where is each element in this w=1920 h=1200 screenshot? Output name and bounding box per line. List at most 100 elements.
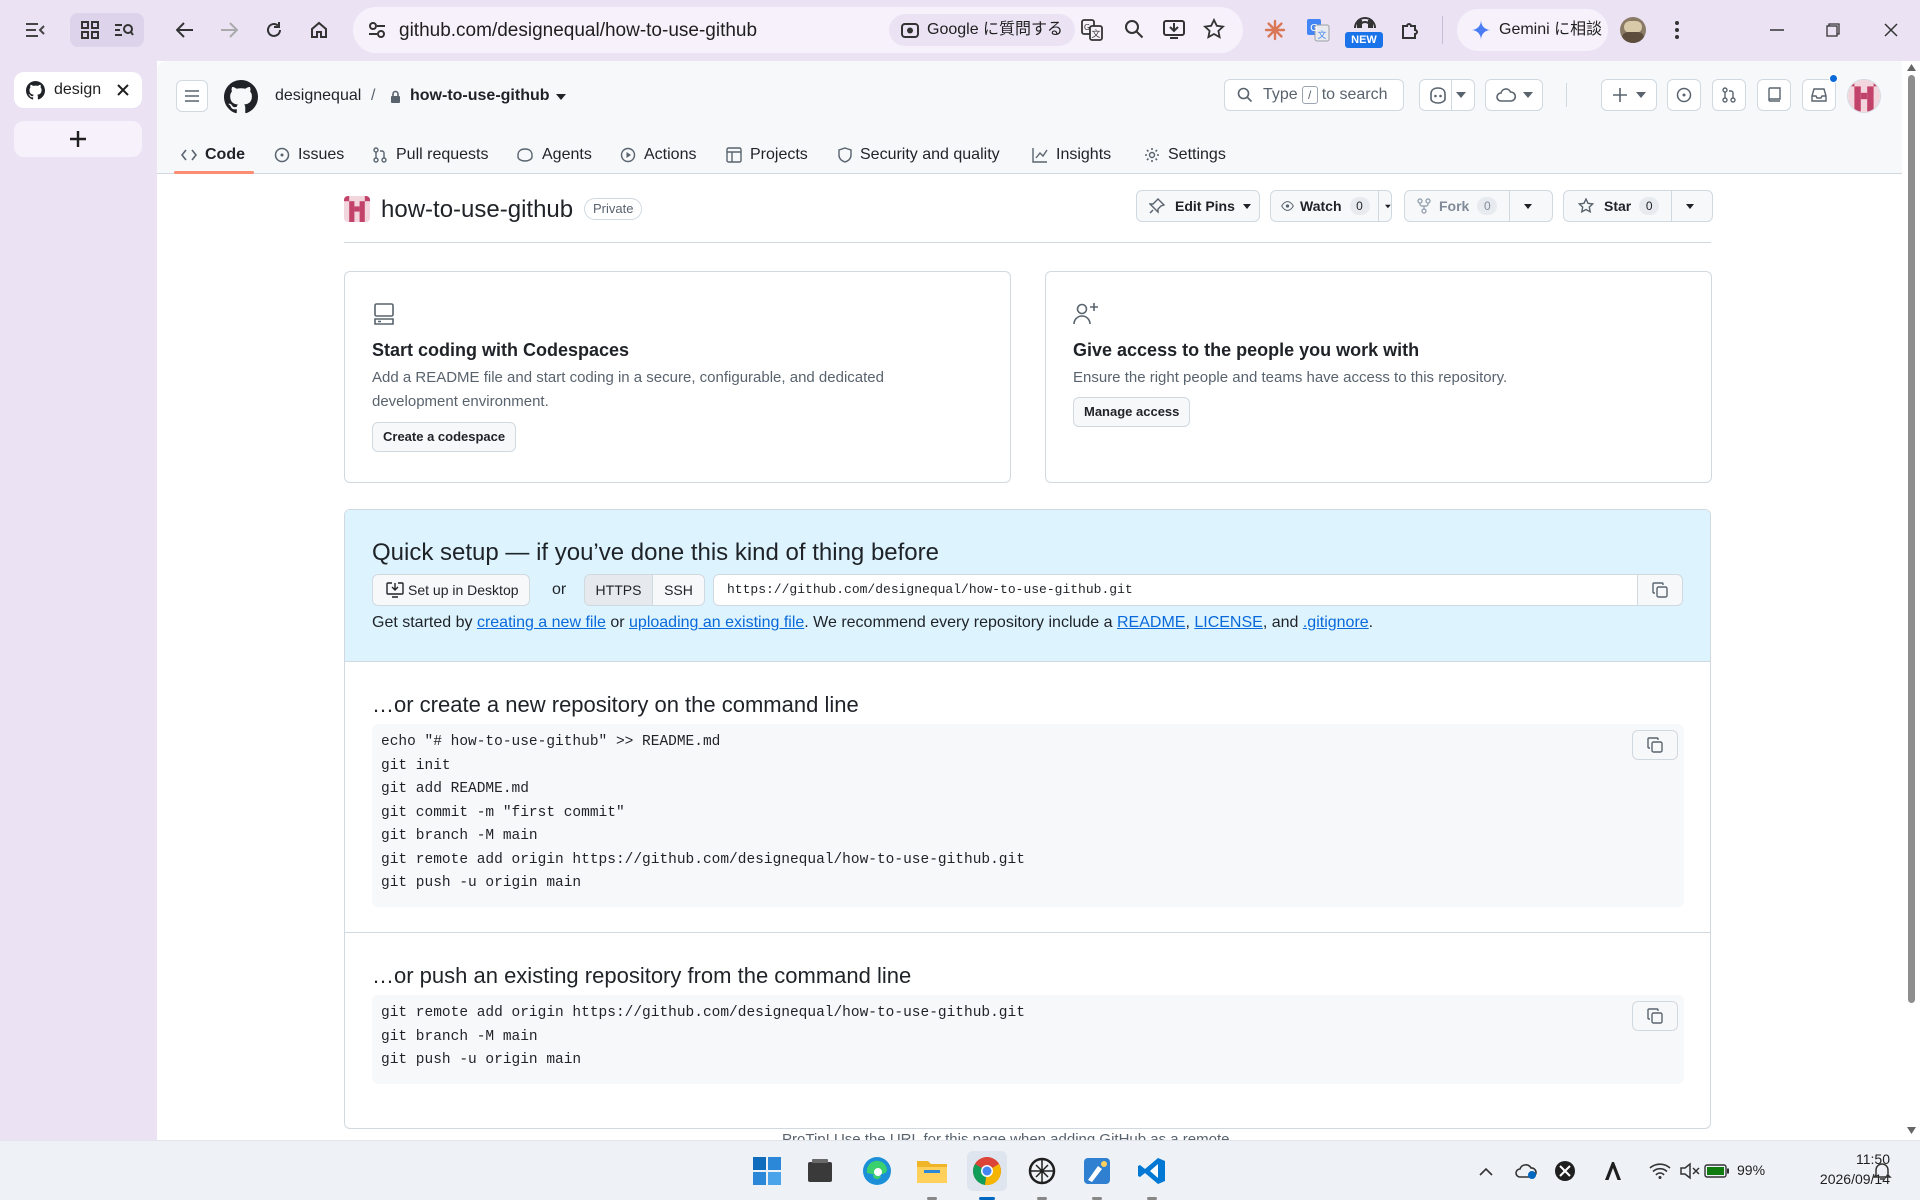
scroll-down-icon[interactable] [1907,1127,1916,1134]
ssh-toggle[interactable]: SSH [652,574,705,606]
readme-link[interactable]: README [1117,614,1185,631]
tab-issues[interactable]: Issues [274,135,344,175]
vertical-tab-strip: design [0,61,157,1140]
pull-requests-header-button[interactable] [1712,79,1746,111]
codespaces-dropdown[interactable] [1485,79,1543,111]
home-icon[interactable] [302,13,336,47]
back-icon[interactable] [168,13,202,47]
translate-icon[interactable]: 文G [1081,19,1103,41]
url-text[interactable]: github.com/designequal/how-to-use-github [399,20,757,42]
license-link[interactable]: LICENSE [1194,614,1262,631]
menu-button[interactable] [176,80,208,112]
copy-create-commands-button[interactable] [1632,730,1678,760]
close-tab-icon[interactable] [117,84,129,96]
vscode-icon[interactable] [1132,1151,1172,1200]
clone-url-input[interactable]: https://github.com/designequal/how-to-us… [713,574,1638,606]
tab-security[interactable]: Security and quality [838,135,1000,175]
repositories-header-button[interactable] [1757,79,1791,111]
sidebar-collapse-icon[interactable] [18,13,52,47]
star-icon [1578,198,1594,214]
copy-push-commands-button[interactable] [1632,1001,1678,1031]
quick-setup-title: Quick setup — if you’ve done this kind o… [372,539,939,566]
create-codespace-button[interactable]: Create a codespace [372,422,517,452]
github-logo-icon[interactable] [224,80,258,114]
anthropic-icon[interactable] [1593,1151,1633,1191]
notifications-button[interactable] [1802,74,1838,111]
gitignore-link[interactable]: .gitignore [1303,614,1369,631]
tab-agents[interactable]: Agents [516,135,592,175]
close-window-icon[interactable] [1874,13,1908,47]
repo-link[interactable]: how-to-use-github [410,87,550,105]
install-app-icon[interactable] [1163,19,1185,39]
copilot-button[interactable] [1419,79,1475,111]
tab-code[interactable]: Code [181,135,245,175]
watch-count: 0 [1349,197,1370,215]
setup-in-desktop-button[interactable]: Set up in Desktop [372,574,530,606]
address-bar[interactable]: github.com/designequal/how-to-use-github… [353,7,1243,53]
owner-link[interactable]: designequal [275,87,361,105]
code-line: git push -u origin main [381,875,582,891]
user-avatar[interactable] [1847,79,1881,113]
onedrive-icon[interactable] [1506,1151,1546,1191]
scroll-up-icon[interactable] [1907,64,1916,71]
show-hidden-icons[interactable] [1466,1151,1506,1191]
repo-title[interactable]: how-to-use-github [381,196,573,224]
tab-settings[interactable]: Settings [1144,135,1226,175]
zoom-icon[interactable] [1124,19,1144,39]
tab-grid-icon[interactable] [73,13,107,47]
create-new-button[interactable] [1601,79,1657,111]
play-icon [620,147,636,163]
https-toggle[interactable]: HTTPS [584,574,653,606]
new-tab-button[interactable] [14,121,142,157]
reload-icon[interactable] [257,13,291,47]
shield-icon [838,147,852,163]
task-view-icon[interactable] [800,1151,840,1191]
site-info-icon[interactable] [367,20,387,40]
watch-caret-icon[interactable] [1385,204,1391,209]
paint-icon[interactable] [1077,1151,1117,1200]
restore-icon[interactable] [1816,13,1850,47]
profile-avatar[interactable] [1620,17,1646,43]
copy-url-button[interactable] [1637,574,1683,606]
chatgpt-icon[interactable] [1022,1151,1062,1200]
tab-actions[interactable]: Actions [620,135,696,175]
codespaces-icon [374,303,394,325]
tab-search-icon[interactable] [107,13,141,47]
repo-switcher-caret-icon[interactable] [556,94,566,100]
claude-extension-icon[interactable] [1258,13,1292,47]
tab-insights[interactable]: Insights [1032,135,1111,175]
tab-projects[interactable]: Projects [726,135,808,175]
notification-center-icon[interactable] [1862,1151,1902,1191]
watch-button[interactable]: Watch 0 [1270,190,1392,222]
minimize-icon[interactable] [1760,13,1794,47]
chrome-menu-icon[interactable] [1660,13,1694,47]
google-lens-button[interactable]: Google に質問する [889,14,1076,46]
create-new-file-link[interactable]: creating a new file [477,614,606,631]
file-explorer-icon[interactable] [912,1151,952,1200]
extensions-puzzle-icon[interactable] [1394,13,1428,47]
page-scrollbar[interactable] [1902,61,1920,1140]
issues-header-button[interactable] [1667,79,1701,111]
manage-access-button[interactable]: Manage access [1073,397,1191,427]
chrome-taskbar-icon[interactable] [967,1151,1007,1200]
fork-button[interactable]: Fork 0 [1404,190,1553,222]
tab-pull-requests[interactable]: Pull requests [372,135,489,175]
star-button[interactable]: Star 0 [1563,190,1713,222]
google-translate-extension-icon[interactable]: G文 [1301,13,1335,47]
battery-icon[interactable] [1702,1151,1732,1191]
forward-icon[interactable] [212,13,246,47]
gemini-button[interactable]: Gemini に相談 [1457,9,1608,51]
bookmark-star-icon[interactable] [1203,18,1225,40]
edge-icon[interactable] [857,1151,897,1191]
star-caret-icon[interactable] [1686,203,1695,209]
new-extension-icon[interactable]: NEW [1345,10,1383,48]
search-input[interactable]: Type / to search [1224,79,1404,111]
windows-start-icon[interactable] [747,1151,787,1191]
xbox-icon[interactable] [1545,1151,1585,1191]
fork-caret-icon[interactable] [1524,203,1533,209]
tab-github[interactable]: design [14,72,142,108]
edit-pins-button[interactable]: Edit Pins [1136,190,1260,222]
plus-icon [70,131,86,147]
scrollbar-thumb[interactable] [1908,75,1915,1003]
upload-file-link[interactable]: uploading an existing file [629,614,804,631]
